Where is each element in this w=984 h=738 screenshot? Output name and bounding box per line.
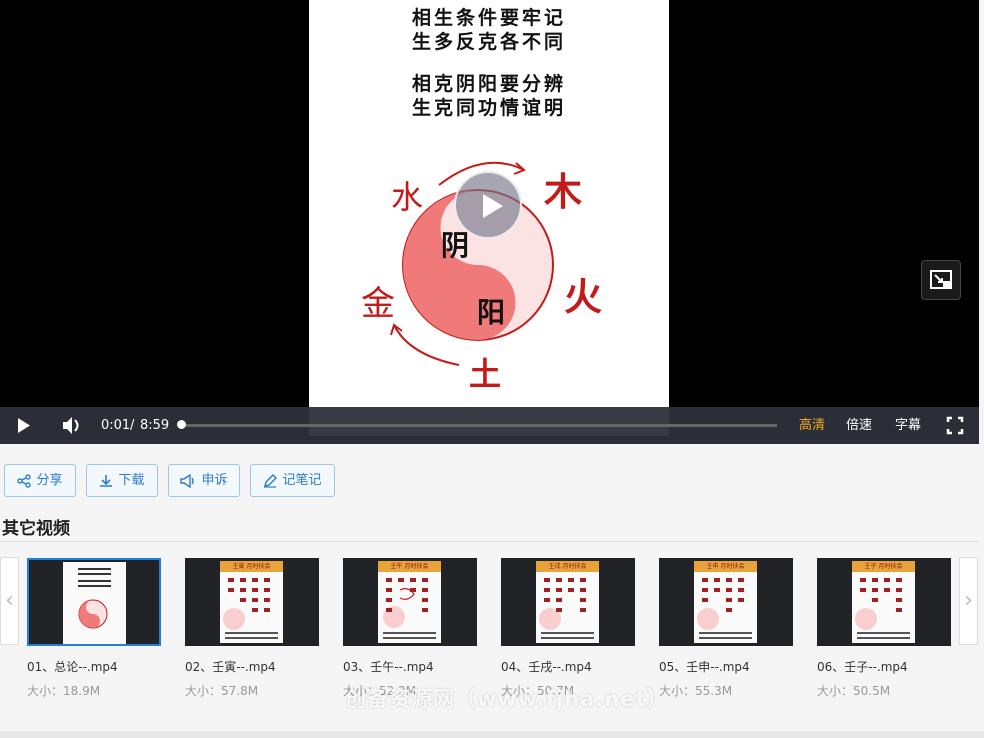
share-button[interactable]: 分享 xyxy=(4,464,76,497)
video-name[interactable]: 05、壬申--.mp4 xyxy=(659,658,750,675)
play-icon xyxy=(18,418,30,433)
play-button[interactable] xyxy=(14,407,34,444)
thumbnail-title: 壬寅 月时扶会 xyxy=(220,561,283,572)
volume-button[interactable] xyxy=(61,407,83,444)
label-wood: 木 xyxy=(544,169,582,214)
share-label: 分享 xyxy=(36,473,63,488)
thumbnail-page xyxy=(63,562,126,644)
label-metal: 金 xyxy=(361,284,395,324)
progress-bar[interactable] xyxy=(181,424,777,427)
label-fire: 火 xyxy=(564,274,602,319)
volume-icon xyxy=(63,417,79,434)
thumbnail-page: 壬子 月时扶会 xyxy=(852,561,915,643)
video-name[interactable]: 03、壬午--.mp4 xyxy=(343,658,434,675)
pip-icon xyxy=(930,270,952,289)
site-watermark: 创备资源网（www.fjha.net） xyxy=(345,687,669,711)
video-player[interactable]: 相生条件要牢记 生多反克各不同 相克阴阳要分辨 生克同功情谊明 木 火 土 金 … xyxy=(0,0,979,444)
video-thumbnail[interactable]: 壬申 月时扶会 xyxy=(659,558,793,646)
video-thumbnail[interactable]: 壬子 月时扶会 xyxy=(817,558,951,646)
video-size: 大小：57.8M xyxy=(185,684,259,698)
quality-button[interactable]: 高清 xyxy=(799,407,825,444)
chevron-right-icon: › xyxy=(964,588,973,613)
fullscreen-button[interactable] xyxy=(946,407,964,444)
download-button[interactable]: 下载 xyxy=(86,464,158,497)
video-size: 大小：55.3M xyxy=(659,684,733,698)
video-name[interactable]: 02、壬寅--.mp4 xyxy=(185,658,276,675)
video-name[interactable]: 01、总论--.mp4 xyxy=(27,658,118,675)
thumbnail-title: 壬子 月时扶会 xyxy=(852,561,915,572)
report-label: 申诉 xyxy=(201,473,228,488)
bottom-bar xyxy=(0,731,984,738)
label-water: 水 xyxy=(391,178,423,216)
download-label: 下载 xyxy=(118,473,145,488)
time-separator: / xyxy=(130,418,135,433)
thumbnail-page: 壬寅 月时扶会 xyxy=(220,561,283,643)
current-time: 0:01 xyxy=(101,418,131,433)
download-icon xyxy=(100,474,113,487)
video-frame[interactable]: 相生条件要牢记 生多反克各不同 相克阴阳要分辨 生克同功情谊明 木 火 土 金 … xyxy=(309,0,669,436)
video-size: 大小：18.9M xyxy=(27,684,101,698)
label-yin: 阴 xyxy=(441,229,469,262)
video-name[interactable]: 04、壬戌--.mp4 xyxy=(501,658,592,675)
share-icon xyxy=(17,473,32,488)
play-overlay-button[interactable] xyxy=(454,171,522,239)
video-size: 大小：50.5M xyxy=(817,684,891,698)
chevron-left-icon: ‹ xyxy=(5,588,14,613)
label-yang: 阳 xyxy=(477,296,505,329)
edit-icon xyxy=(264,473,278,488)
carousel-next-button[interactable]: › xyxy=(959,557,978,645)
video-name[interactable]: 06、壬子--.mp4 xyxy=(817,658,908,675)
progress-handle[interactable] xyxy=(177,420,186,429)
fullscreen-icon xyxy=(946,416,964,435)
thumbnail-title: 壬申 月时扶会 xyxy=(694,561,757,572)
thumbnail-title: 壬午 月时扶会 xyxy=(378,561,441,572)
label-earth: 土 xyxy=(469,355,501,393)
thumbnail-page: 壬午 月时扶会 xyxy=(378,561,441,643)
duration: 8:59 xyxy=(140,418,170,433)
thumbnail-page: 壬戌 月时扶会 xyxy=(536,561,599,643)
other-videos-title: 其它视频 xyxy=(2,519,70,539)
take-notes-label: 记笔记 xyxy=(282,473,322,488)
video-thumbnail[interactable]: 壬寅 月时扶会 xyxy=(185,558,319,646)
thumbnail-title: 壬戌 月时扶会 xyxy=(536,561,599,572)
section-divider xyxy=(0,541,979,542)
picture-in-picture-button[interactable] xyxy=(921,260,961,300)
subtitle-button[interactable]: 字幕 xyxy=(895,407,921,444)
thumbnail-page: 壬申 月时扶会 xyxy=(694,561,757,643)
report-button[interactable]: 申诉 xyxy=(168,464,240,497)
video-thumbnail[interactable]: 壬戌 月时扶会 xyxy=(501,558,635,646)
megaphone-icon xyxy=(180,473,195,488)
video-thumbnail[interactable]: 壬午 月时扶会 xyxy=(343,558,477,646)
speed-button[interactable]: 倍速 xyxy=(846,407,872,444)
carousel-prev-button[interactable]: ‹ xyxy=(0,557,19,645)
video-thumbnail[interactable] xyxy=(27,558,161,646)
take-notes-button[interactable]: 记笔记 xyxy=(250,464,335,497)
